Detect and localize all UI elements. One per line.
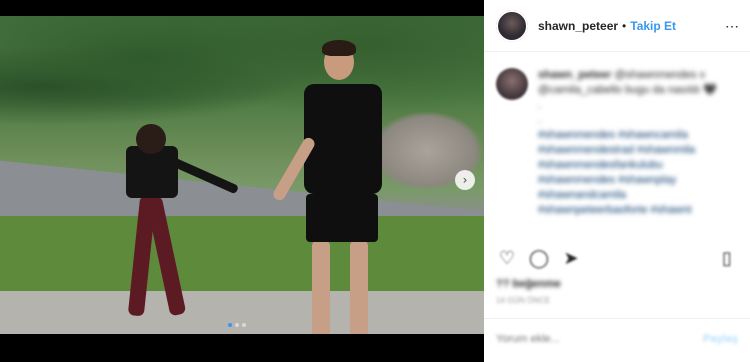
carousel-next-button[interactable]: › [455,170,475,190]
chevron-right-icon: › [462,173,468,187]
share-icon[interactable]: ➤ [560,248,582,270]
comment-bar: Paylaş [484,318,750,362]
avatar[interactable] [496,9,528,42]
carousel-dots [228,323,246,327]
post-side-panel: shawn_peteer • Takip Et ⋯ shawn_peteer @… [484,0,750,362]
hashtag-line[interactable]: #shawnpeteerbaoforte #shawnt [538,203,738,218]
post-date[interactable]: 14 gün önce [496,296,550,305]
caption-dot: . [538,114,542,126]
photo-sidewalk [0,291,484,334]
caption-block: shawn_peteer @shawnmendes x @camila_cabe… [484,52,750,234]
caption-dot: . [538,99,542,111]
post-media: › [0,0,484,362]
likes-count[interactable]: ?? beğenme [496,278,561,290]
carousel-dot [228,323,232,327]
caption-avatar[interactable] [496,68,528,100]
bookmark-icon[interactable]: ▯ [716,248,738,270]
post-header: shawn_peteer • Takip Et ⋯ [484,0,750,52]
photo-grass [0,216,484,301]
caption-username[interactable]: shawn_peteer [538,69,611,81]
comment-input[interactable] [496,333,676,345]
username-link[interactable]: shawn_peteer [538,19,618,33]
hashtag-line[interactable]: #shawnmendesfankulubu [538,158,738,173]
hashtag-line[interactable]: #shawnmendestrad #shawnmila [538,143,738,158]
hashtag-line[interactable]: #shawnmendes #shawncamila [538,128,738,143]
instagram-post-window: › shawn_peteer • Takip Et ⋯ shawn_peteer… [0,0,750,362]
carousel-dot [235,323,239,327]
comment-icon[interactable]: ◯ [528,248,550,270]
post-photo[interactable] [0,16,484,334]
post-comment-button[interactable]: Paylaş [703,333,738,345]
follow-button[interactable]: Takip Et [630,19,676,33]
hashtag-line[interactable]: #shawnmendes #shawnplay [538,173,738,188]
heart-icon[interactable]: ♡ [496,248,518,270]
photo-man [271,40,398,334]
more-options-icon[interactable]: ⋯ [725,18,740,35]
caption-text: shawn_peteer @shawnmendes x @camila_cabe… [538,68,738,218]
hashtag-line[interactable]: #shawnandcamila [538,188,738,203]
photo-woman [118,124,240,334]
action-bar: ♡ ◯ ➤ ▯ [496,248,738,272]
carousel-dot [242,323,246,327]
separator: • [622,18,627,33]
